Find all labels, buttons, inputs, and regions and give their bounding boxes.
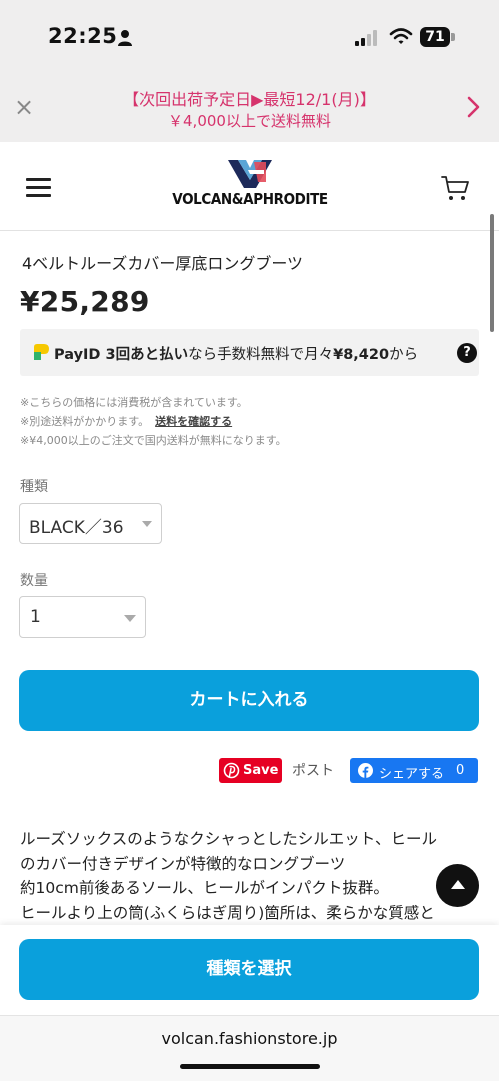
announcement-bar: × 【次回出荷予定日▶最短12/1(月)】 ￥4,000以上で送料無料 bbox=[0, 74, 499, 142]
price-notes: ※こちらの価格には消費税が含まれています。 ※別途送料がかかります。 送料を確認す… bbox=[20, 393, 287, 450]
wifi-icon bbox=[389, 28, 413, 44]
browser-address-bar[interactable]: volcan.fashionstore.jp bbox=[0, 1015, 499, 1081]
dropdown-arrow-icon bbox=[124, 615, 136, 622]
signal-icon bbox=[355, 30, 377, 46]
status-time: 22:25 bbox=[48, 24, 118, 48]
dropdown-arrow-icon bbox=[142, 521, 152, 527]
status-bar: 22:25 71 bbox=[0, 0, 499, 74]
home-indicator[interactable] bbox=[180, 1064, 320, 1069]
facebook-share-button[interactable]: シェアする 0 bbox=[350, 758, 478, 783]
select-variant-button[interactable]: 種類を選択 bbox=[19, 939, 479, 1000]
logo-text: VOLCAN&APHRODITE bbox=[172, 190, 328, 208]
variant-select[interactable]: BLACK／36 bbox=[19, 503, 162, 544]
pinterest-icon bbox=[223, 762, 240, 779]
quantity-select[interactable]: 1 bbox=[19, 596, 146, 638]
add-to-cart-button[interactable]: カートに入れる bbox=[19, 670, 479, 731]
payid-text: PayID 3回あと払いなら手数料無料で月々¥8,420から bbox=[54, 343, 418, 364]
product-description: ルーズソックスのようなクシャっとしたシルエット、ヒール のカバー付きデザインが特… bbox=[20, 827, 482, 925]
payid-logo-icon bbox=[34, 344, 49, 360]
site-header: VOLCAN&APHRODITE bbox=[0, 142, 499, 231]
payid-middle: なら手数料無料で月々 bbox=[188, 347, 334, 363]
page-scrollbar[interactable] bbox=[490, 214, 494, 332]
battery-level: 71 bbox=[420, 27, 450, 47]
free-shipping-note: ※¥4,000以上のご注文で国内送料が無料になります。 bbox=[20, 434, 287, 447]
quantity-label: 数量 bbox=[20, 573, 48, 589]
logo-mark-icon bbox=[228, 160, 272, 188]
browser-url: volcan.fashionstore.jp bbox=[161, 1029, 338, 1048]
description-line: 約10cm前後あるソール、ヒールがインパクト抜群。 bbox=[20, 879, 389, 897]
payid-brand: PayID 3回あと払い bbox=[54, 347, 189, 363]
sticky-footer: 種類を選択 bbox=[0, 925, 499, 1015]
description-line: ルーズソックスのようなクシャっとしたシルエット、ヒール bbox=[20, 830, 437, 848]
payid-suffix: から bbox=[389, 347, 419, 363]
shipping-note-text: ※別途送料がかかります。 bbox=[20, 415, 150, 428]
description-line: のカバー付きデザインが特徴的なロングブーツ bbox=[20, 854, 346, 873]
person-icon bbox=[118, 30, 132, 46]
pinterest-save-label: Save bbox=[243, 763, 279, 778]
facebook-share-count: 0 bbox=[456, 763, 465, 778]
chevron-right-icon[interactable] bbox=[462, 92, 486, 122]
variant-label: 種類 bbox=[20, 479, 48, 495]
tax-note: ※こちらの価格には消費税が含まれています。 bbox=[20, 396, 248, 409]
description-line: ヒールより上の筒(ふくらはぎ周り)箇所は、柔らかな質感と bbox=[20, 903, 435, 922]
x-post-button[interactable]: ポスト bbox=[292, 760, 334, 780]
quantity-value: 1 bbox=[30, 607, 41, 627]
announcement-line2[interactable]: ￥4,000以上で送料無料 bbox=[0, 110, 499, 131]
payid-amount: ¥8,420 bbox=[333, 347, 390, 363]
help-icon[interactable]: ? bbox=[457, 343, 477, 363]
cart-icon[interactable] bbox=[440, 174, 470, 202]
site-logo[interactable]: VOLCAN&APHRODITE bbox=[172, 160, 328, 212]
arrow-up-icon bbox=[451, 880, 465, 889]
battery-icon: 71 bbox=[420, 27, 456, 47]
shipping-fee-link[interactable]: 送料を確認する bbox=[155, 415, 232, 428]
product-price: ¥25,289 bbox=[20, 285, 150, 318]
product-title: 4ベルトルーズカバー厚底ロングブーツ bbox=[22, 254, 304, 273]
facebook-icon bbox=[358, 763, 373, 778]
hamburger-menu-icon[interactable] bbox=[26, 178, 51, 197]
pinterest-save-button[interactable]: Save bbox=[219, 758, 282, 783]
shipping-note: ※別途送料がかかります。 送料を確認する bbox=[20, 412, 287, 431]
variant-value: BLACK／36 bbox=[29, 518, 124, 538]
scroll-to-top-button[interactable] bbox=[436, 864, 479, 907]
payid-banner[interactable]: PayID 3回あと払いなら手数料無料で月々¥8,420から ? bbox=[20, 329, 479, 376]
announcement-line1[interactable]: 【次回出荷予定日▶最短12/1(月)】 bbox=[0, 86, 499, 110]
facebook-share-label: シェアする bbox=[379, 767, 445, 782]
